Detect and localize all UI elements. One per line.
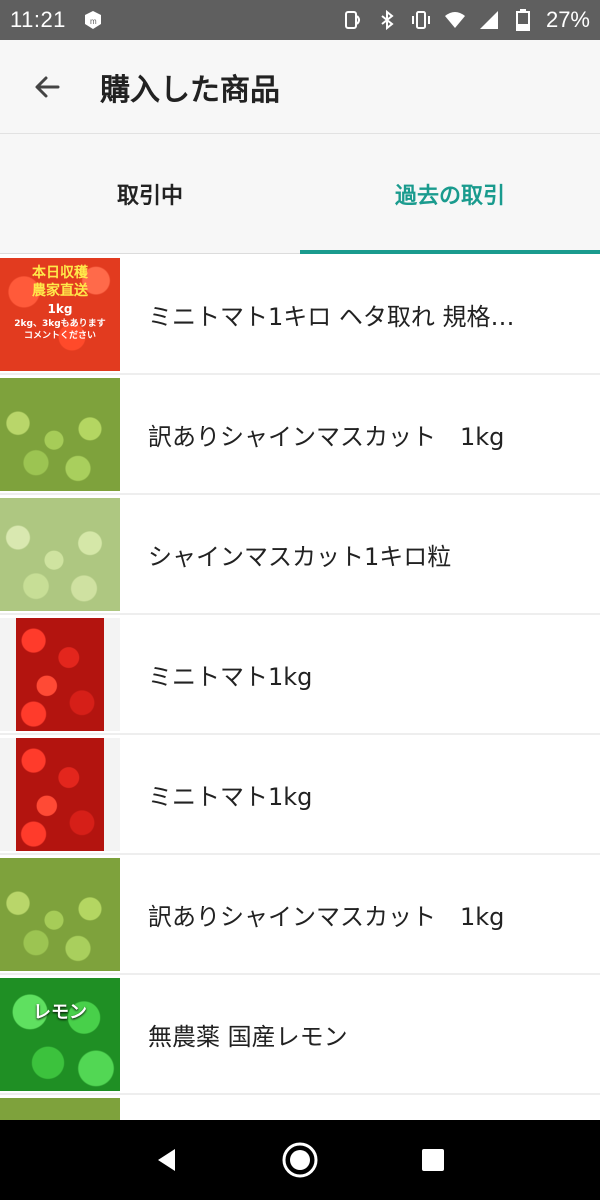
promo-line1: 本日収穫 [32,264,88,281]
svg-text:m: m [90,17,97,26]
list-item[interactable]: ミニトマト1kg [0,615,600,735]
thumbnail-label: レモン [33,1001,87,1023]
arrow-left-icon [35,76,60,97]
triangle-back-icon [157,1149,175,1171]
tab-bar: 取引中 過去の取引 [0,134,600,254]
square-recents-icon [422,1149,445,1171]
item-thumbnail: 本日収穫 農家直送 1kg 2kg、3kgもあります コメントください [0,257,120,371]
tab-past-transactions[interactable]: 過去の取引 [300,134,600,254]
promo-note2: コメントください [23,330,96,341]
promo-note1: 2kg、3kgもあります [14,318,106,329]
back-button[interactable] [0,40,94,134]
list-item[interactable]: ミニトマト1kg [0,735,600,855]
item-title: シャインマスカット1キロ粒 [148,542,452,571]
list-item[interactable] [0,1095,600,1120]
list-item[interactable]: シャインマスカット1キロ粒 [0,495,600,615]
item-thumbnail [0,497,120,611]
battery-percentage: 27% [545,7,590,32]
status-bar: 11:21 m 27% [0,0,600,40]
item-title: 訳ありシャインマスカット 1kg [148,422,505,451]
page-title: 購入した商品 [100,72,280,108]
nav-back-button[interactable] [137,1130,197,1190]
wifi-icon [444,9,466,31]
list-item[interactable]: 本日収穫 農家直送 1kg 2kg、3kgもあります コメントください ミニトマ… [0,255,600,375]
list-item[interactable]: レモン 無農薬 国産レモン [0,975,600,1095]
item-thumbnail [0,857,120,971]
item-thumbnail [0,737,120,851]
battery-icon [512,9,534,31]
item-thumbnail [0,1097,120,1120]
promo-weight: 1kg [47,301,73,316]
nfc-icon [342,9,364,31]
status-time: 11:21 [10,7,66,32]
bluetooth-icon [376,9,398,31]
list-item[interactable]: 訳ありシャインマスカット 1kg [0,855,600,975]
item-thumbnail: レモン [0,977,120,1091]
app-notification-icon: m [82,9,104,31]
thumbnail-promo-text: 本日収穫 農家直送 1kg 2kg、3kgもあります コメントください [0,264,120,342]
tab-in-progress[interactable]: 取引中 [0,134,300,253]
vibrate-icon [410,9,432,31]
item-title: 無農薬 国産レモン [148,1022,348,1051]
item-title: ミニトマト1kg [148,662,313,691]
item-title: 訳ありシャインマスカット 1kg [148,902,505,931]
signal-icon [478,9,500,31]
circle-home-icon [282,1142,318,1178]
list-item[interactable]: 訳ありシャインマスカット 1kg [0,375,600,495]
promo-line2: 農家直送 [32,282,88,299]
item-title: ミニトマト1キロ ヘタ取れ 規格… [148,302,515,331]
nav-recents-button[interactable] [403,1130,463,1190]
nav-home-button[interactable] [270,1130,330,1190]
purchased-items-list: 本日収穫 農家直送 1kg 2kg、3kgもあります コメントください ミニトマ… [0,255,600,1120]
item-title: ミニトマト1kg [148,782,313,811]
item-thumbnail [0,377,120,491]
app-bar: 購入した商品 [0,40,600,134]
item-thumbnail [0,617,120,731]
system-nav-bar [0,1120,600,1200]
